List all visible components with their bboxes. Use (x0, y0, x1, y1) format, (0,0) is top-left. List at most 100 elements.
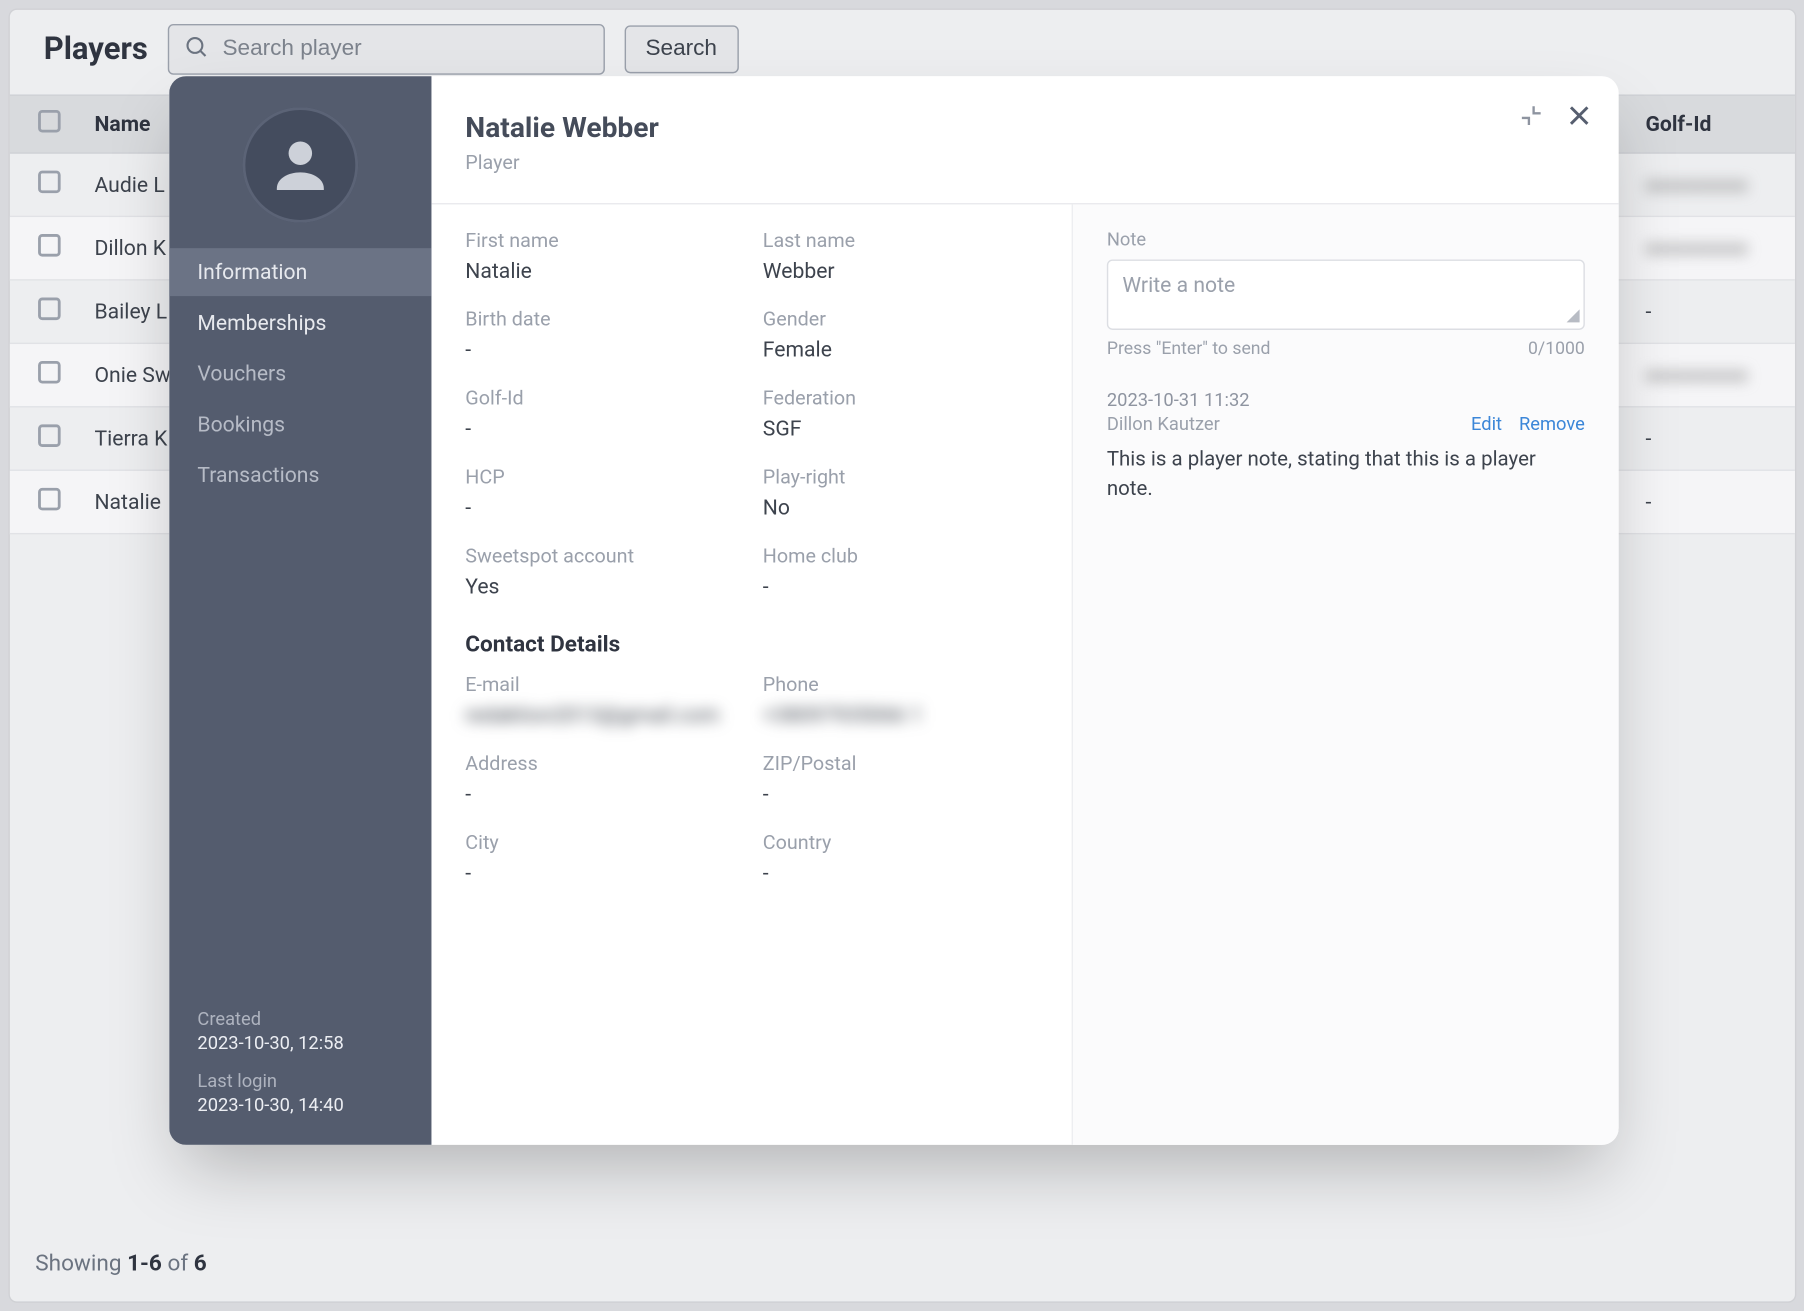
field-birth-date: Birth date - (465, 309, 740, 363)
field-hcp: HCP - (465, 467, 740, 521)
player-role: Player (465, 152, 1582, 175)
search-input-wrapper[interactable] (168, 24, 605, 75)
info-panel: First name Natalie Last name Webber Birt… (431, 204, 1071, 1144)
field-email: E-mail redaktion2013@gmail.com (465, 674, 740, 728)
cell-golf-id: ●●●●●●●● (1645, 235, 1766, 260)
value: - (465, 781, 740, 806)
note-remove-link[interactable]: Remove (1519, 415, 1585, 436)
cell-golf-id: - (1645, 489, 1766, 514)
field-first-name: First name Natalie (465, 230, 740, 284)
value: SGF (763, 416, 1038, 441)
value: - (465, 337, 740, 362)
note-input-wrapper[interactable]: ◢ (1107, 259, 1585, 330)
sidebar-item-memberships[interactable]: Memberships (169, 299, 431, 347)
close-icon[interactable] (1565, 102, 1593, 130)
row-checkbox[interactable] (38, 424, 61, 447)
cell-golf-id: ●●●●●●●● (1645, 172, 1766, 197)
resize-grip-icon[interactable]: ◢ (1561, 309, 1581, 322)
last-login-value: 2023-10-30, 14:40 (197, 1096, 403, 1117)
note-timestamp: 2023-10-31 11:32 (1107, 391, 1585, 412)
search-button[interactable]: Search (624, 25, 738, 73)
modal-main: Natalie Webber Player First name (431, 76, 1618, 1145)
field-home-club: Home club - (763, 546, 1038, 600)
row-checkbox[interactable] (38, 234, 61, 257)
player-name: Natalie Webber (465, 110, 1582, 144)
value: No (763, 495, 1038, 520)
pager-of: of (162, 1249, 194, 1276)
sidebar-item-vouchers[interactable]: Vouchers (169, 350, 431, 398)
contact-heading: Contact Details (465, 630, 1037, 657)
column-golf-id[interactable]: Golf-Id (1645, 111, 1766, 136)
notes-panel: Note ◢ Press "Enter" to send 0/1000 2023… (1072, 204, 1619, 1144)
note-author: Dillon Kautzer (1107, 415, 1220, 436)
note-label: Note (1107, 230, 1585, 251)
search-icon (183, 34, 208, 65)
cell-golf-id: - (1645, 299, 1766, 324)
value: +38097935066 1 (763, 702, 1038, 727)
label: Address (465, 753, 740, 776)
value: - (763, 574, 1038, 599)
field-zip: ZIP/Postal - (763, 753, 1038, 807)
value: redaktion2013@gmail.com (465, 702, 740, 727)
value: Female (763, 337, 1038, 362)
row-checkbox[interactable] (38, 298, 61, 321)
player-detail-modal: Information Memberships Vouchers Booking… (169, 76, 1618, 1145)
label: Last name (763, 230, 1038, 253)
note-edit-link[interactable]: Edit (1471, 415, 1502, 436)
value: - (763, 781, 1038, 806)
label: Sweetspot account (465, 546, 740, 569)
value: Webber (763, 258, 1038, 283)
sidebar-nav: Information Memberships Vouchers Booking… (169, 248, 431, 499)
pager-range: 1-6 (127, 1249, 162, 1276)
pager-total: 6 (194, 1249, 207, 1276)
field-play-right: Play-right No (763, 467, 1038, 521)
sidebar-meta: Created 2023-10-30, 12:58 Last login 202… (169, 993, 431, 1145)
note-counter: 0/1000 (1528, 338, 1585, 359)
sidebar-item-bookings[interactable]: Bookings (169, 400, 431, 448)
note-item: 2023-10-31 11:32 Dillon Kautzer Edit Rem… (1107, 391, 1585, 504)
sidebar-item-information[interactable]: Information (169, 248, 431, 296)
label: Phone (763, 674, 1038, 697)
field-golf-id: Golf-Id - (465, 388, 740, 442)
field-gender: Gender Female (763, 309, 1038, 363)
created-label: Created (197, 1010, 403, 1031)
row-checkbox[interactable] (38, 361, 61, 384)
label: City (465, 832, 740, 855)
value: - (465, 416, 740, 441)
label: Birth date (465, 309, 740, 332)
page-title: Players (44, 32, 148, 67)
last-login-label: Last login (197, 1072, 403, 1093)
field-last-name: Last name Webber (763, 230, 1038, 284)
label: Gender (763, 309, 1038, 332)
field-sweetspot: Sweetspot account Yes (465, 546, 740, 600)
pager-prefix: Showing (35, 1249, 127, 1276)
field-address: Address - (465, 753, 740, 807)
search-input[interactable] (222, 37, 589, 62)
label: HCP (465, 467, 740, 490)
field-city: City - (465, 832, 740, 886)
row-checkbox[interactable] (38, 171, 61, 194)
note-hint: Press "Enter" to send (1107, 338, 1271, 359)
label: Home club (763, 546, 1038, 569)
sidebar-item-transactions[interactable]: Transactions (169, 451, 431, 499)
value: - (763, 860, 1038, 885)
note-input[interactable] (1122, 272, 1569, 311)
pager: Showing 1-6 of 6 (35, 1249, 206, 1276)
label: First name (465, 230, 740, 253)
label: Federation (763, 388, 1038, 411)
field-federation: Federation SGF (763, 388, 1038, 442)
label: Golf-Id (465, 388, 740, 411)
modal-sidebar: Information Memberships Vouchers Booking… (169, 76, 431, 1145)
minimize-icon[interactable] (1517, 102, 1545, 130)
field-phone: Phone +38097935066 1 (763, 674, 1038, 728)
value: - (465, 495, 740, 520)
field-country: Country - (763, 832, 1038, 886)
modal-header: Natalie Webber Player (431, 76, 1618, 203)
value: Yes (465, 574, 740, 599)
select-all-checkbox[interactable] (38, 110, 61, 133)
row-checkbox[interactable] (38, 488, 61, 511)
label: ZIP/Postal (763, 753, 1038, 776)
cell-golf-id: - (1645, 426, 1766, 451)
created-value: 2023-10-30, 12:58 (197, 1034, 403, 1055)
label: Country (763, 832, 1038, 855)
